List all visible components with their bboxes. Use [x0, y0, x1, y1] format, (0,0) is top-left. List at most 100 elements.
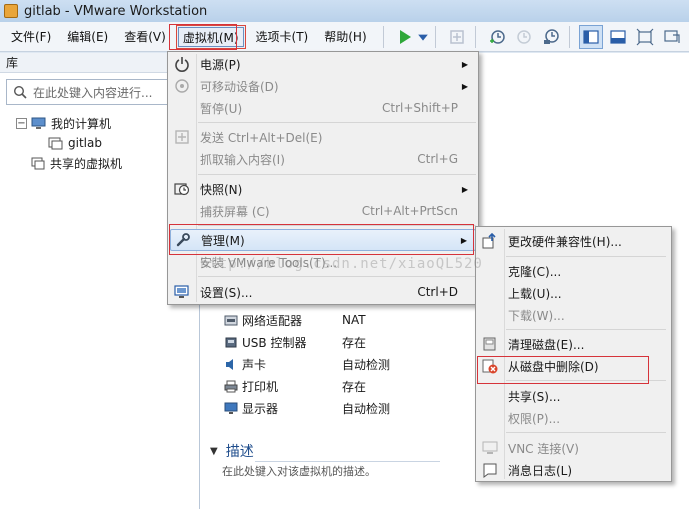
- menu-item-clone[interactable]: 克隆(C)...: [478, 260, 669, 282]
- menu-file[interactable]: 文件(F): [5, 25, 57, 49]
- menu-item-power[interactable]: 电源(P) ▶: [170, 53, 476, 75]
- menu-separator: [198, 276, 476, 277]
- snapshot-icon[interactable]: [485, 25, 509, 49]
- menu-item-label: 快照(N): [200, 182, 243, 197]
- menu-item-snapshot[interactable]: 快照(N) ▶: [170, 178, 476, 200]
- menu-item-shortcut: Ctrl+Alt+PrtScn: [361, 204, 458, 218]
- library-search-input[interactable]: 在此处键入内容进行... ▼: [6, 79, 193, 105]
- toolbar-separator: [474, 25, 476, 48]
- collapse-icon[interactable]: −: [16, 117, 27, 129]
- computer-icon: [31, 117, 46, 129]
- usb-controller-icon: [225, 337, 237, 347]
- disk-cleanup-icon: [480, 335, 500, 353]
- toolbar-separator: [568, 25, 570, 48]
- network-adapter-icon: [224, 315, 238, 325]
- menu-item-permissions[interactable]: 权限(P)...: [478, 407, 669, 429]
- share-icon: [480, 387, 500, 405]
- clone-icon: [480, 262, 500, 280]
- menu-item-label: 更改硬件兼容性(H)...: [508, 234, 622, 249]
- hardware-row[interactable]: 显示器 自动检测: [224, 397, 390, 419]
- message-log-icon: [480, 461, 500, 479]
- menu-item-shortcut: Ctrl+G: [417, 152, 458, 166]
- menu-tabs[interactable]: 选项卡(T): [250, 25, 315, 49]
- menu-item-label: 发送 Ctrl+Alt+Del(E): [200, 130, 323, 145]
- menu-item-label: 克隆(C)...: [508, 264, 562, 279]
- menu-bar: 文件(F) 编辑(E) 查看(V) 虚拟机(M) 选项卡(T) 帮助(H): [0, 22, 689, 52]
- vmware-tools-icon: [172, 253, 192, 271]
- menu-item-label: 电源(P): [200, 57, 241, 72]
- power-icon: [172, 55, 192, 73]
- tree-label: gitlab: [68, 136, 102, 150]
- manage-submenu: 更改硬件兼容性(H)... 克隆(C)... 上载(U)... 下载(W)...…: [475, 226, 672, 482]
- play-icon[interactable]: [393, 25, 417, 49]
- vm-icon: [48, 137, 63, 149]
- unity-icon[interactable]: [660, 25, 684, 49]
- hardware-row[interactable]: USB 控制器 存在: [224, 331, 366, 353]
- vmware-icon: [4, 4, 18, 18]
- menu-edit[interactable]: 编辑(E): [61, 25, 114, 49]
- menu-separator: [506, 329, 666, 330]
- fullscreen-icon[interactable]: [633, 25, 657, 49]
- description-header[interactable]: ▼ 描述: [210, 441, 254, 461]
- menu-item-download[interactable]: 下载(W)...: [478, 304, 669, 326]
- menu-item-shortcut: Ctrl+D: [417, 285, 458, 299]
- library-view-icon[interactable]: [578, 24, 603, 49]
- menu-item-label: 设置(S)...: [200, 285, 253, 300]
- menu-item-change-hardware-compatibility[interactable]: 更改硬件兼容性(H)...: [478, 230, 669, 252]
- hardware-name: 声卡: [242, 357, 267, 372]
- dropdown-icon[interactable]: [417, 25, 429, 49]
- collapse-triangle-icon[interactable]: ▼: [210, 446, 218, 457]
- hardware-row[interactable]: 网络适配器 NAT: [224, 309, 366, 331]
- download-icon: [480, 306, 500, 324]
- grab-input-icon: [172, 150, 192, 168]
- menu-item-label: VNC 连接(V): [508, 441, 579, 456]
- hardware-value: 存在: [342, 379, 367, 394]
- annotation-box-delete-from-disk: [477, 356, 649, 384]
- menu-separator: [506, 256, 666, 257]
- snapshot-manager-icon[interactable]: [539, 25, 563, 49]
- menu-item-label: 暂停(U): [200, 101, 243, 116]
- annotation-box-vm-menu: [169, 24, 237, 50]
- settings-icon: [172, 283, 192, 301]
- toolbar-separator: [382, 25, 384, 48]
- menu-item-settings[interactable]: 设置(S)... Ctrl+D: [170, 281, 476, 303]
- hardware-value: 自动检测: [342, 357, 391, 372]
- hardware-value: 自动检测: [342, 401, 391, 416]
- send-keys-icon[interactable]: [445, 25, 469, 49]
- menu-item-label: 权限(P)...: [508, 411, 561, 426]
- menu-item-send-ctrl-alt-del[interactable]: 发送 Ctrl+Alt+Del(E): [170, 126, 476, 148]
- shared-vm-icon: [31, 157, 45, 169]
- menu-help[interactable]: 帮助(H): [318, 25, 372, 49]
- send-keys-icon: [172, 128, 192, 146]
- console-view-icon[interactable]: [606, 25, 630, 49]
- removable-device-icon: [172, 77, 192, 95]
- snapshot-icon: [172, 180, 192, 198]
- menu-item-message-log[interactable]: 消息日志(L): [478, 459, 669, 481]
- menu-separator: [198, 122, 476, 123]
- menu-item-label: 消息日志(L): [508, 463, 573, 478]
- menu-item-upload[interactable]: 上载(U)...: [478, 282, 669, 304]
- menu-view[interactable]: 查看(V): [118, 25, 172, 49]
- submenu-arrow-icon: ▶: [461, 81, 468, 91]
- menu-item-grab-input[interactable]: 抓取输入内容(I) Ctrl+G: [170, 148, 476, 170]
- search-icon: [13, 85, 27, 99]
- hardware-row[interactable]: 声卡 自动检测: [224, 353, 390, 375]
- menu-item-vnc-connection[interactable]: VNC 连接(V): [478, 437, 669, 459]
- hardware-value: 存在: [342, 335, 367, 350]
- menu-item-capture-screen[interactable]: 捕获屏幕 (C) Ctrl+Alt+PrtScn: [170, 200, 476, 222]
- hardware-row[interactable]: 打印机 存在: [224, 375, 366, 397]
- printer-icon: [224, 380, 238, 392]
- vnc-icon: [480, 439, 500, 457]
- pause-icon: [172, 99, 192, 117]
- revert-snapshot-icon[interactable]: [512, 25, 536, 49]
- menu-item-label: 捕获屏幕 (C): [200, 204, 270, 219]
- description-placeholder[interactable]: 在此处键入对该虚拟机的描述。: [222, 463, 376, 479]
- menu-item-removable-devices[interactable]: 可移动设备(D) ▶: [170, 75, 476, 97]
- menu-item-label: 可移动设备(D): [200, 79, 279, 94]
- menu-item-pause[interactable]: 暂停(U) Ctrl+Shift+P: [170, 97, 476, 119]
- menu-item-clean-up-disks[interactable]: 清理磁盘(E)...: [478, 333, 669, 355]
- description-divider: [255, 461, 440, 462]
- watermark-text: http://blog.csdn.net/xiaoQL520: [200, 256, 483, 272]
- hardware-name: 显示器: [242, 401, 279, 416]
- menu-item-share[interactable]: 共享(S)...: [478, 385, 669, 407]
